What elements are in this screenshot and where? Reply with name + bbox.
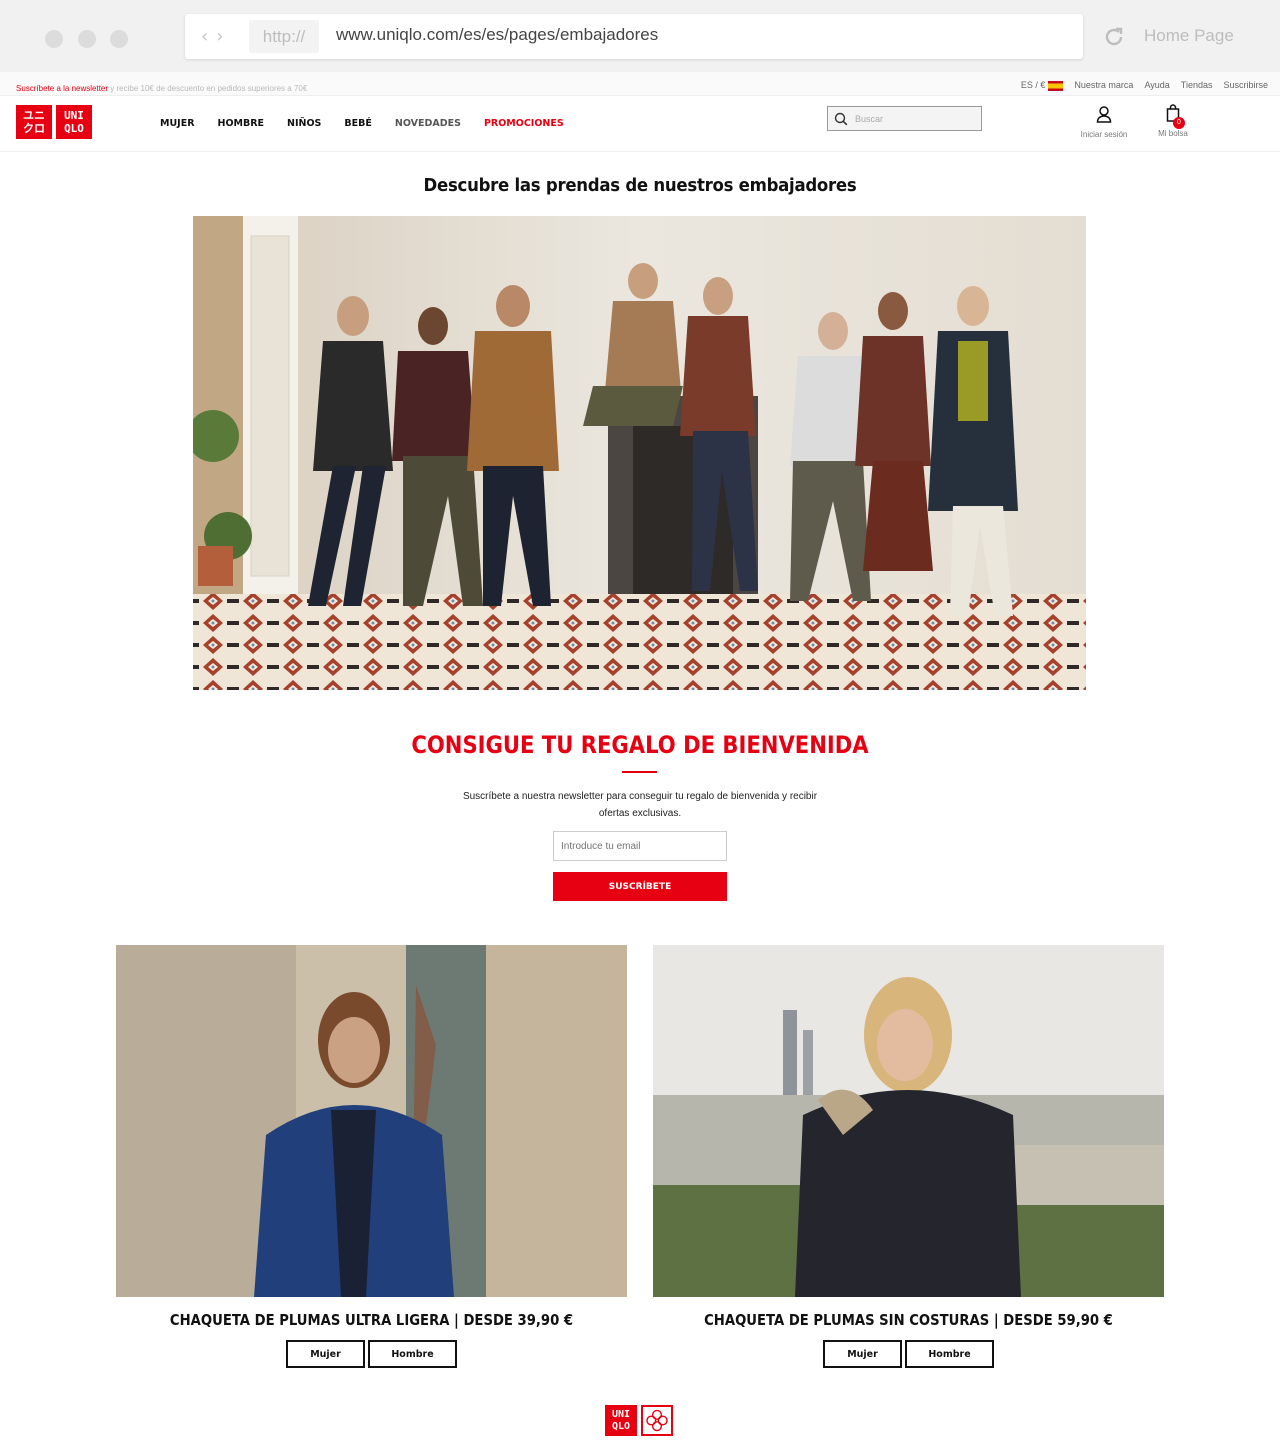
locale-label: ES / € (1020, 80, 1046, 90)
uniqlo-logo[interactable]: ユニ クロ UNI QLO (16, 105, 92, 139)
util-link-brand[interactable]: Nuestra marca (1074, 80, 1133, 90)
logo-katakana-block: ユニ クロ (16, 105, 52, 139)
search-input[interactable]: Buscar (827, 106, 982, 131)
product-gender-buttons: Mujer Hombre (116, 1340, 627, 1368)
nav-bebe[interactable]: BEBÉ (344, 118, 371, 129)
util-link-help[interactable]: Ayuda (1144, 80, 1169, 90)
util-link-stores[interactable]: Tiendas (1181, 80, 1213, 90)
product-title: CHAQUETA DE PLUMAS SIN COSTURAS | DESDE … (704, 1311, 1113, 1329)
email-field[interactable] (553, 831, 727, 861)
utility-links: ES / € Nuestra marca Ayuda Tiendas Suscr… (1021, 80, 1268, 91)
search-icon (834, 112, 848, 126)
utility-bar: Suscríbete a la newsletter y recibe 10€ … (0, 72, 1280, 96)
main-nav: MUJER HOMBRE NIÑOS BEBÉ NOVEDADES PROMOC… (160, 118, 587, 129)
product-image-men[interactable] (116, 945, 627, 1297)
logo-text: クロ (23, 122, 45, 135)
chevron-left-icon[interactable]: ‹ (201, 26, 216, 47)
nav-promociones[interactable]: PROMOCIONES (484, 118, 564, 129)
logo-text: UNI (64, 109, 84, 122)
mujer-button[interactable]: Mujer (286, 1340, 365, 1368)
newsletter-divider (622, 771, 657, 773)
subscribe-button[interactable]: SUSCRÍBETE (553, 872, 727, 901)
url-text[interactable]: www.uniqlo.com/es/es/pages/embajadores (336, 25, 658, 45)
logo-text: QLO (611, 1421, 631, 1432)
bag-label: Mi bolsa (1158, 129, 1188, 138)
man-blue-jacket-photo (116, 945, 627, 1297)
home-page-link[interactable]: Home Page (1144, 26, 1234, 46)
account-label: Iniciar sesión (1080, 130, 1128, 139)
util-link-subscribe[interactable]: Suscribirse (1223, 80, 1268, 90)
nav-novedades[interactable]: NOVEDADES (395, 118, 461, 129)
ambassadors-hero-image[interactable] (193, 216, 1086, 690)
product-card-seamless: CHAQUETA DE PLUMAS SIN COSTURAS | DESDE … (653, 945, 1164, 1368)
bag-count-badge: 0 (1173, 117, 1185, 129)
woman-black-parka-photo (653, 945, 1164, 1297)
product-image-women[interactable] (653, 945, 1164, 1297)
site-header: ユニ クロ UNI QLO MUJER HOMBRE NIÑOS BEBÉ NOVE… (0, 96, 1280, 152)
back-forward-arrows[interactable]: ‹› (201, 26, 231, 47)
promo-text[interactable]: Suscríbete a la newsletter y recibe 10€ … (16, 84, 307, 93)
footer-logo[interactable]: UNI QLO (605, 1405, 673, 1436)
window-close-dot[interactable] (45, 30, 63, 48)
hombre-button[interactable]: Hombre (368, 1340, 457, 1368)
url-protocol: http:// (249, 20, 319, 53)
account-button[interactable]: Iniciar sesión (1076, 106, 1132, 139)
promo-detail: y recibe 10€ de descuento en pedidos sup… (108, 84, 308, 93)
product-gender-buttons: Mujer Hombre (653, 1340, 1164, 1368)
user-icon (1096, 106, 1112, 123)
ambassadors-photo (193, 216, 1086, 690)
browser-chrome: ‹› http:// www.uniqlo.com/es/es/pages/em… (0, 0, 1280, 72)
newsletter-title: CONSIGUE TU REGALO DE BIENVENIDA (411, 731, 869, 759)
mujer-button[interactable]: Mujer (823, 1340, 902, 1368)
locale-selector[interactable]: ES / € (1021, 80, 1064, 91)
flower-tile-logo-icon (641, 1405, 673, 1436)
logo-text: UNI (611, 1409, 631, 1420)
nav-hombre[interactable]: HOMBRE (218, 118, 265, 129)
window-maximize-dot[interactable] (110, 30, 128, 48)
chevron-right-icon[interactable]: › (216, 26, 231, 47)
address-bar[interactable]: ‹› http:// www.uniqlo.com/es/es/pages/em… (185, 14, 1083, 59)
reload-icon[interactable] (1103, 26, 1125, 48)
product-card-ultra-light: CHAQUETA DE PLUMAS ULTRA LIGERA | DESDE … (116, 945, 627, 1368)
promo-link[interactable]: Suscríbete a la newsletter (16, 84, 108, 93)
search-placeholder: Buscar (855, 114, 884, 124)
hombre-button[interactable]: Hombre (905, 1340, 994, 1368)
product-title: CHAQUETA DE PLUMAS ULTRA LIGERA | DESDE … (169, 1311, 574, 1329)
logo-latin-block: UNI QLO (56, 105, 92, 139)
logo-text: QLO (64, 122, 84, 135)
newsletter-description: Suscríbete a nuestra newsletter para con… (462, 791, 818, 819)
footer-logo-block: UNI QLO (605, 1405, 637, 1436)
spain-flag-icon (1048, 80, 1064, 91)
page-title: Descubre las prendas de nuestros embajad… (423, 175, 857, 196)
bag-button[interactable]: 0 Mi bolsa (1153, 104, 1193, 138)
logo-text: ユニ (23, 109, 45, 122)
window-minimize-dot[interactable] (78, 30, 96, 48)
nav-mujer[interactable]: MUJER (160, 118, 195, 129)
nav-ninos[interactable]: NIÑOS (287, 118, 321, 129)
